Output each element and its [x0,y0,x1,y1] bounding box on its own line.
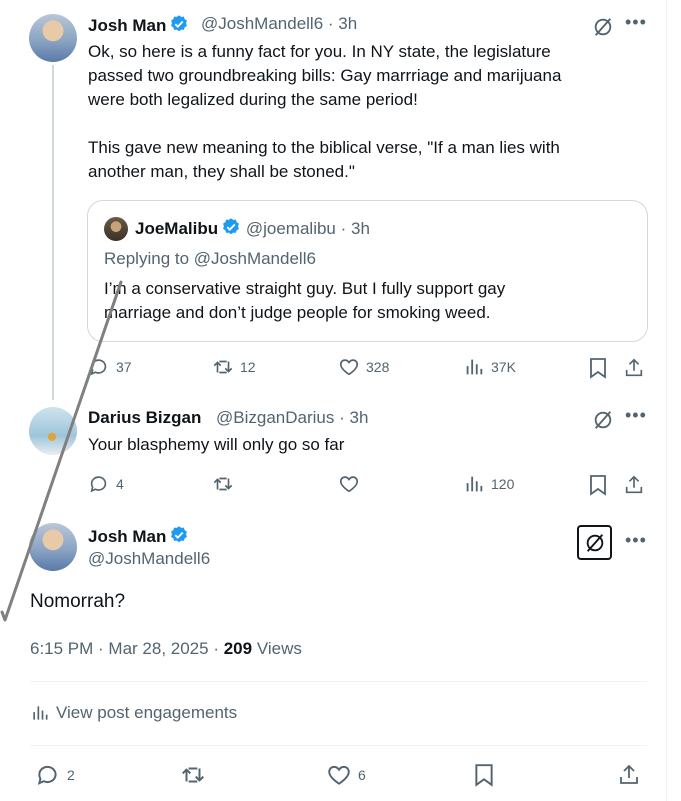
view-engagements-link[interactable]: View post engagements [30,703,237,723]
like-button[interactable]: 328 [338,356,389,378]
quoted-post[interactable]: JoeMalibu @joemalibu · 3h Replying to @J… [87,200,648,342]
share-icon[interactable] [616,762,642,788]
divider [30,745,647,746]
reply-icon [90,359,107,376]
quote-text: I’m a conservative straight guy. But I f… [104,277,505,325]
repost-button[interactable]: 12 [212,356,256,378]
more-options-icon[interactable]: ••• [625,405,647,426]
author-handle[interactable]: @JoshMandell6 · 3h [201,14,357,34]
replying-to[interactable]: Replying to @JoshMandell6 [104,249,316,269]
post-text: Nomorrah? [30,591,126,612]
grok-icon[interactable] [590,407,616,433]
reply-button[interactable]: 37 [88,356,132,378]
like-button[interactable]: 6 [326,762,366,788]
divider [30,681,647,682]
author-handle[interactable]: @BizganDarius · 3h [216,408,368,428]
post-time[interactable]: · 3h [339,408,368,427]
repost-button[interactable] [212,473,234,495]
view-count: 120 [491,476,515,492]
column-border [666,0,667,801]
views-label: Views [256,639,302,658]
like-button[interactable] [338,473,360,495]
grok-icon[interactable] [577,525,612,560]
quote-time[interactable]: · 3h [341,219,370,238]
verified-badge-icon [169,525,189,545]
post-time[interactable]: · 3h [328,14,357,33]
more-options-icon[interactable]: ••• [625,12,647,33]
handle-text[interactable]: @JoshMandell6 [201,14,323,33]
reply-button[interactable]: 2 [35,762,75,788]
heart-icon [328,765,350,785]
quote-text-line: I’m a conservative straight guy. But I f… [104,279,506,298]
handle-text[interactable]: @BizganDarius [216,408,334,427]
share-icon[interactable] [622,473,646,497]
thread-connector [52,65,54,400]
quote-author-name[interactable]: JoeMalibu [135,219,218,238]
repost-icon [213,477,233,491]
post-text-line: Ok, so here is a funny fact for you. In … [88,42,551,61]
bookmark-icon[interactable] [586,356,610,380]
quote-author-handle[interactable]: @joemalibu [246,219,336,238]
reply-count: 37 [116,359,132,375]
repost-icon [182,767,204,783]
heart-icon [339,359,359,376]
engagements-icon [33,706,48,720]
avatar[interactable] [29,407,77,455]
verified-badge-icon [169,14,189,34]
post-text: Your blasphemy will only go so far [88,435,345,454]
grok-icon[interactable] [590,14,616,40]
views-icon [466,359,483,375]
post-meta: 6:15 PM · Mar 28, 2025 · 209 Views [30,639,302,659]
share-icon[interactable] [622,356,646,380]
author-name-text[interactable]: Josh Man [88,527,166,546]
post-text-line: passed two groundbreaking bills: Gay mar… [88,66,562,85]
quote-avatar[interactable] [104,217,128,241]
view-count: 37K [491,359,516,375]
quote-header: JoeMalibu @joemalibu · 3h [135,217,370,239]
author-name[interactable]: Darius Bizgan [88,408,201,428]
views-count: 209 [223,639,253,658]
repost-icon [213,360,233,374]
view-engagements-label[interactable]: View post engagements [56,703,237,723]
repost-count: 12 [240,359,256,375]
post-text-line: were both legalized during the same peri… [88,90,418,109]
bookmark-icon[interactable] [586,473,610,497]
views-button[interactable]: 37K [463,356,516,378]
reply-count: 2 [67,767,75,783]
reply-icon [37,765,57,785]
more-options-icon[interactable]: ••• [625,530,647,551]
post-timestamp[interactable]: 6:15 PM · Mar 28, 2025 · [30,639,224,658]
post-text-line: This gave new meaning to the biblical ve… [88,138,560,157]
verified-badge-icon [221,217,241,237]
views-icon [466,476,483,492]
like-count: 328 [366,359,390,375]
post-text-line: another man, they shall be stoned." [88,162,355,181]
repost-button[interactable] [179,762,207,788]
quote-text-line: marriage and don’t judge people for smok… [104,303,491,322]
bookmark-icon[interactable] [471,762,497,788]
reply-button[interactable]: 4 [88,473,124,495]
views-button[interactable]: 120 [463,473,514,495]
author-handle[interactable]: @JoshMandell6 [88,549,210,569]
reply-icon [90,476,107,493]
post-text: Ok, so here is a funny fact for you. In … [88,40,561,184]
heart-icon [339,476,359,493]
author-name[interactable]: Josh Man [88,14,189,36]
avatar[interactable] [29,14,77,62]
reply-count: 4 [116,476,124,492]
author-name-text[interactable]: Josh Man [88,16,166,35]
like-count: 6 [358,767,366,783]
avatar[interactable] [29,523,77,571]
author-name[interactable]: Josh Man [88,525,189,547]
